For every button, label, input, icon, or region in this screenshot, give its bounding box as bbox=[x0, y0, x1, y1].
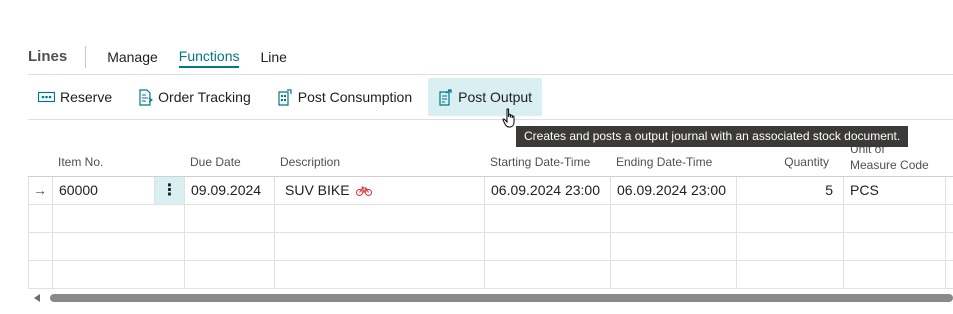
header-quantity[interactable]: Quantity bbox=[736, 155, 829, 169]
horizontal-scrollbar[interactable] bbox=[28, 292, 953, 304]
toolbar-divider bbox=[28, 119, 953, 120]
lines-grid: Item No. Due Date Description Starting D… bbox=[28, 145, 953, 289]
reserve-icon bbox=[38, 91, 55, 103]
item-no-cell[interactable] bbox=[53, 205, 185, 232]
post-consumption-icon bbox=[278, 88, 292, 106]
ending-date-time-cell[interactable]: 06.09.2024 23:00 bbox=[611, 177, 737, 204]
row-indicator bbox=[28, 205, 53, 232]
order-tracking-label: Order Tracking bbox=[158, 89, 251, 105]
quantity-cell[interactable]: 5 bbox=[737, 177, 844, 204]
post-consumption-label: Post Consumption bbox=[297, 89, 413, 105]
description-text: SUV BIKE bbox=[285, 182, 350, 198]
order-tracking-button[interactable]: Order Tracking bbox=[128, 78, 261, 116]
reserve-label: Reserve bbox=[60, 89, 113, 105]
quantity-cell[interactable] bbox=[737, 205, 844, 232]
unit-of-measure-cell[interactable]: PCS bbox=[844, 177, 946, 204]
starting-date-time-cell[interactable] bbox=[485, 233, 611, 260]
ending-date-time-cell[interactable] bbox=[611, 261, 737, 288]
description-cell[interactable] bbox=[275, 233, 485, 260]
unit-of-measure-cell[interactable] bbox=[844, 261, 946, 288]
quantity-cell[interactable] bbox=[737, 233, 844, 260]
unit-of-measure-cell[interactable] bbox=[844, 233, 946, 260]
table-row[interactable]: → 60000 ⋮ 09.09.2024 SUV BIKE 06.09.2024… bbox=[28, 177, 953, 205]
starting-date-time-cell[interactable] bbox=[485, 261, 611, 288]
due-date-cell[interactable] bbox=[185, 261, 275, 288]
scroll-left-arrow-icon[interactable] bbox=[34, 294, 40, 302]
post-output-label: Post Output bbox=[458, 89, 533, 105]
post-consumption-button[interactable]: Post Consumption bbox=[267, 78, 422, 116]
description-cell[interactable] bbox=[275, 261, 485, 288]
ending-date-time-cell[interactable] bbox=[611, 233, 737, 260]
table-row[interactable] bbox=[28, 261, 953, 289]
divider bbox=[28, 74, 953, 75]
description-cell[interactable] bbox=[275, 205, 485, 232]
item-no-cell[interactable] bbox=[53, 261, 185, 288]
header-unit-of-measure-code[interactable]: Unit of Measure Code bbox=[850, 145, 929, 172]
post-output-tooltip: Creates and posts a output journal with … bbox=[516, 126, 909, 147]
header-due-date[interactable]: Due Date bbox=[190, 155, 241, 169]
hand-cursor-icon bbox=[502, 108, 515, 128]
quantity-cell[interactable] bbox=[737, 261, 844, 288]
scrollbar-thumb[interactable] bbox=[50, 294, 953, 302]
tab-line[interactable]: Line bbox=[260, 47, 286, 67]
ending-date-time-cell[interactable] bbox=[611, 205, 737, 232]
header-description[interactable]: Description bbox=[280, 155, 340, 169]
lines-title: Lines bbox=[28, 46, 87, 68]
header-ending-date-time[interactable]: Ending Date-Time bbox=[616, 155, 712, 169]
header-starting-date-time[interactable]: Starting Date-Time bbox=[490, 155, 590, 169]
reserve-button[interactable]: Reserve bbox=[28, 78, 122, 116]
bike-icon bbox=[356, 186, 373, 196]
header-item-no[interactable]: Item No. bbox=[58, 155, 103, 169]
tab-manage[interactable]: Manage bbox=[107, 47, 158, 67]
item-no-cell[interactable]: 60000 bbox=[53, 177, 155, 204]
due-date-cell[interactable]: 09.09.2024 bbox=[185, 177, 275, 204]
post-output-button[interactable]: Post Output bbox=[428, 78, 543, 116]
header-uom-line2: Measure Code bbox=[850, 158, 929, 172]
functions-toolbar: Reserve Order Tracking Post Consumption … bbox=[28, 76, 548, 118]
row-indicator bbox=[28, 233, 53, 260]
starting-date-time-cell[interactable] bbox=[485, 205, 611, 232]
grid-header: Item No. Due Date Description Starting D… bbox=[28, 145, 953, 177]
row-indicator bbox=[28, 261, 53, 288]
description-cell[interactable]: SUV BIKE bbox=[275, 177, 485, 204]
due-date-cell[interactable] bbox=[185, 205, 275, 232]
item-no-cell[interactable] bbox=[53, 233, 185, 260]
row-indicator: → bbox=[28, 177, 53, 204]
lines-tabs: Lines Manage Functions Line bbox=[28, 46, 287, 68]
row-menu-button[interactable]: ⋮ bbox=[155, 177, 185, 204]
due-date-cell[interactable] bbox=[185, 233, 275, 260]
order-tracking-icon bbox=[139, 88, 154, 106]
tab-functions[interactable]: Functions bbox=[178, 46, 240, 68]
starting-date-time-cell[interactable]: 06.09.2024 23:00 bbox=[485, 177, 611, 204]
post-output-icon bbox=[439, 88, 452, 106]
unit-of-measure-cell[interactable] bbox=[844, 205, 946, 232]
table-row[interactable] bbox=[28, 205, 953, 233]
table-row[interactable] bbox=[28, 233, 953, 261]
